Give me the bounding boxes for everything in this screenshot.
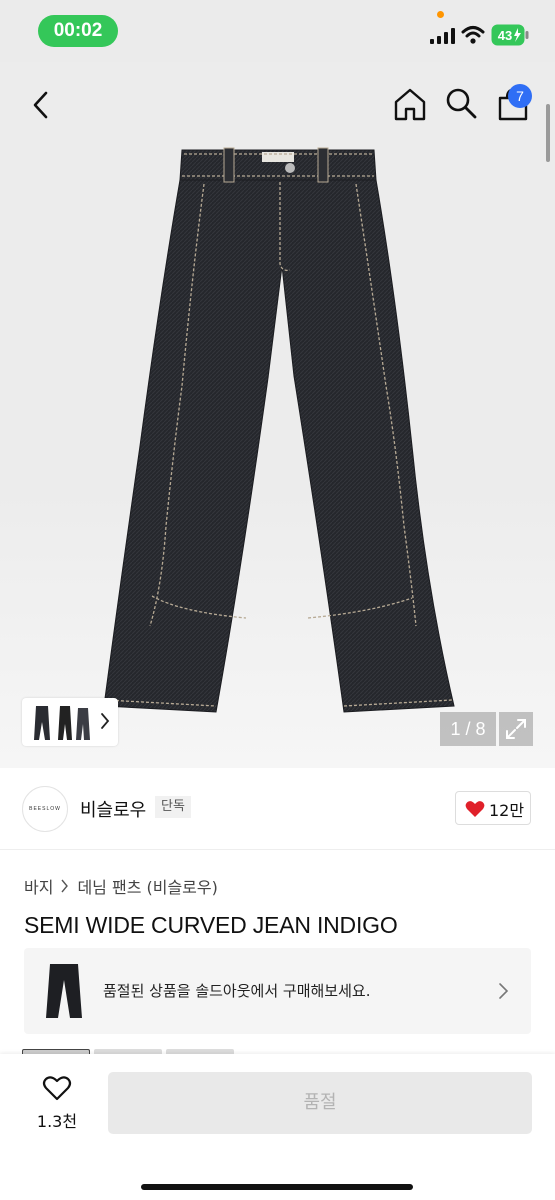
back-icon[interactable]: [28, 90, 54, 120]
brand-like-button[interactable]: 12만: [455, 791, 531, 825]
buy-button-soldout[interactable]: 품절: [108, 1072, 532, 1134]
brand-row[interactable]: BEESLOW 비슬로우 단독 12만: [0, 768, 555, 850]
scrollbar[interactable]: [546, 104, 550, 162]
breadcrumb-subcategory[interactable]: 데님 팬츠 (비슬로우): [77, 874, 217, 898]
status-bar: 00:02 43: [0, 0, 555, 62]
product-gallery[interactable]: 7 1 / 8: [0, 62, 555, 768]
brand-name[interactable]: 비슬로우: [80, 796, 146, 822]
cart-count-badge: 7: [508, 84, 532, 108]
breadcrumb: 바지 데님 팬츠 (비슬로우): [24, 874, 218, 898]
wishlist-button[interactable]: 1.3천: [28, 1074, 86, 1136]
status-time: 00:02: [38, 15, 118, 47]
cellular-signal-icon: [430, 28, 455, 44]
search-icon[interactable]: [444, 86, 478, 120]
battery-level: 43: [498, 28, 512, 43]
product-title: SEMI WIDE CURVED JEAN INDIGO: [24, 912, 398, 938]
home-indicator: [141, 1184, 413, 1190]
thumbnail-strip[interactable]: [22, 698, 118, 746]
bottom-action-bar: 1.3천 품절: [0, 1054, 555, 1200]
chevron-right-icon: [499, 983, 509, 999]
exclusive-badge: 단독: [155, 796, 191, 818]
chevron-right-icon: [61, 879, 69, 893]
home-icon[interactable]: [392, 86, 428, 122]
wifi-icon: [461, 26, 485, 44]
expand-icon: [506, 719, 526, 739]
soldout-banner[interactable]: 품절된 상품을 솔드아웃에서 구매해보세요.: [24, 948, 531, 1034]
brand-like-count: 12만: [489, 801, 525, 820]
battery-icon: 43: [491, 24, 529, 46]
soldout-product-thumbnail: [46, 964, 82, 1018]
chevron-right-icon[interactable]: [100, 712, 110, 730]
heart-outline-icon: [42, 1076, 72, 1101]
breadcrumb-category[interactable]: 바지: [24, 874, 53, 898]
wishlist-count: 1.3천: [36, 1112, 78, 1131]
product-image: [103, 147, 455, 713]
privacy-indicator: [437, 11, 444, 18]
soldout-banner-text: 품절된 상품을 솔드아웃에서 구매해보세요.: [103, 982, 371, 1000]
brand-logo[interactable]: BEESLOW: [22, 786, 68, 832]
image-counter: 1 / 8: [440, 712, 496, 746]
expand-button[interactable]: [499, 712, 533, 746]
thumbnail-images: [34, 706, 90, 740]
heart-filled-icon: [465, 801, 485, 817]
